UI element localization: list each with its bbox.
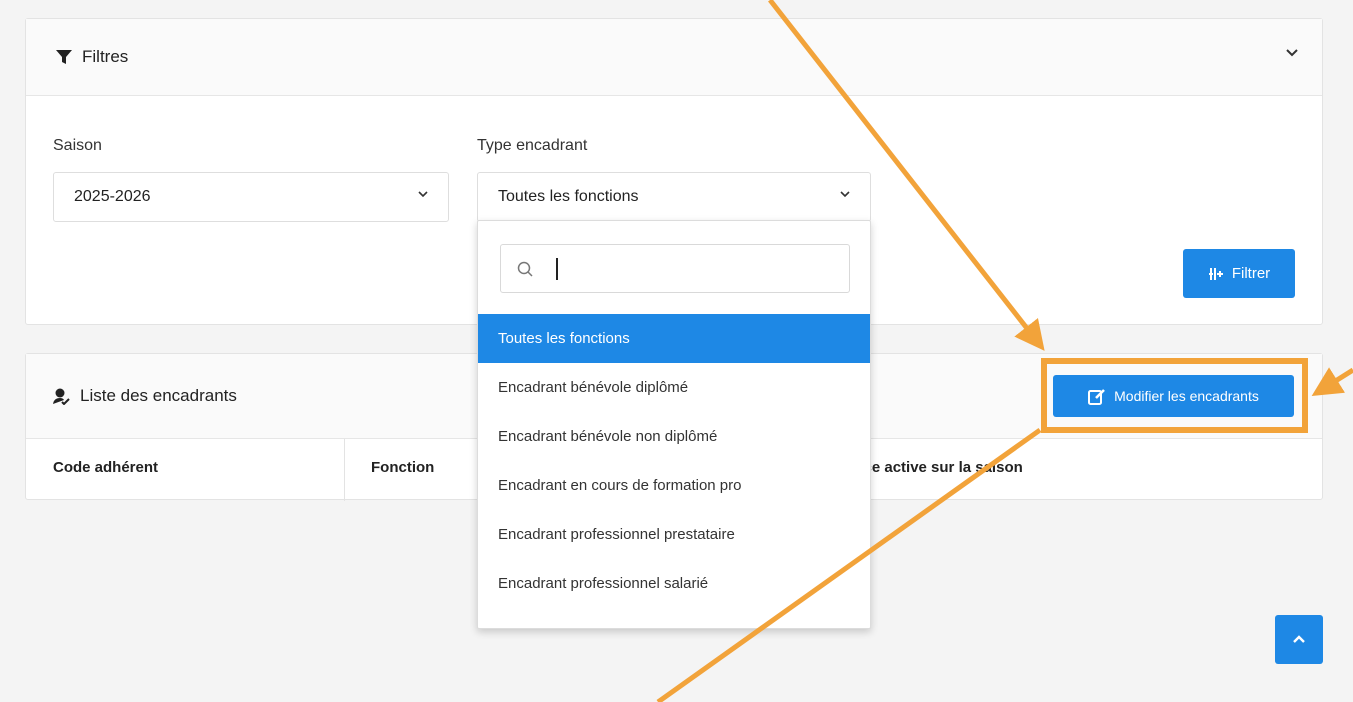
annotation-arrow (656, 427, 1042, 702)
annotation-arrow (768, 0, 1045, 351)
annotation-arrow (1311, 367, 1353, 396)
annotation-arrows (656, 0, 1353, 702)
